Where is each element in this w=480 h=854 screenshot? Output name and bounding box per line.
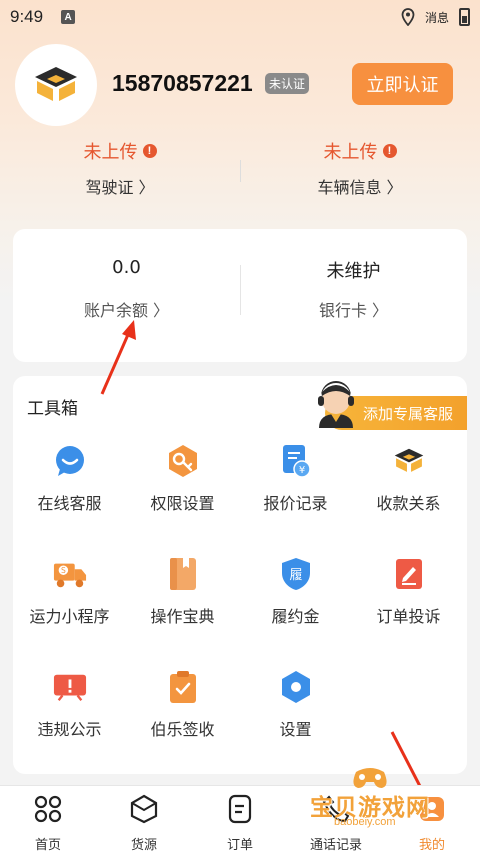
status-message-text: 消息	[424, 10, 449, 25]
tool-label: 运力小程序	[29, 607, 110, 626]
nav-home[interactable]: 首页	[0, 794, 96, 853]
nav-label: 我的	[418, 838, 445, 853]
verification-badge: 未认证	[265, 73, 310, 94]
tool-quote-records[interactable]: ¥ 报价记录	[239, 444, 352, 514]
nav-cargo-source[interactable]: 货源	[96, 794, 192, 853]
nav-label: 订单	[226, 838, 253, 853]
brand-logo-icon	[35, 67, 77, 101]
warning-icon: !	[382, 144, 397, 158]
tool-label: 设置	[279, 720, 312, 739]
tool-label: 违规公示	[37, 720, 102, 739]
tool-capacity-mini-program[interactable]: S 运力小程序	[13, 557, 126, 627]
nav-label: 货源	[130, 838, 157, 853]
svg-text:履: 履	[289, 568, 302, 583]
tool-label: 在线客服	[37, 494, 102, 513]
driver-license-entry[interactable]: 未上传 ! 驾驶证 〉	[0, 138, 240, 198]
notification-icon: A	[61, 10, 76, 24]
status-right: 消息	[401, 8, 470, 26]
cube-icon	[130, 794, 158, 824]
home-grid-icon	[34, 795, 62, 823]
user-phone: 15870857221	[112, 70, 253, 96]
tool-violation-notice[interactable]: 违规公示	[13, 670, 126, 740]
nav-orders[interactable]: 订单	[192, 794, 288, 853]
balance-card: 0.0 账户余额 〉 未维护 银行卡 〉	[13, 229, 467, 362]
edit-icon	[392, 557, 426, 591]
driver-license-label: 驾驶证 〉	[85, 178, 155, 197]
driver-license-status: 未上传 !	[0, 138, 240, 164]
tool-payee-relations[interactable]: 收款关系	[352, 444, 465, 514]
svg-text:¥: ¥	[298, 465, 304, 476]
tool-label: 订单投诉	[376, 607, 441, 626]
tool-label: 伯乐签收	[150, 720, 215, 739]
tool-settings[interactable]: 设置	[239, 670, 352, 740]
order-list-icon	[228, 794, 252, 824]
key-icon	[166, 444, 200, 478]
account-balance-value: 0.0	[112, 257, 141, 278]
tool-operation-guide[interactable]: 操作宝典	[126, 557, 239, 627]
tool-performance-deposit[interactable]: 履 履约金	[239, 557, 352, 627]
location-icon	[401, 8, 415, 26]
watermark-url: baobeiy.com	[334, 816, 396, 828]
tool-permission-settings[interactable]: 权限设置	[126, 444, 239, 514]
status-time: 9:49	[10, 7, 44, 26]
bank-card-entry[interactable]: 未维护 银行卡 〉	[240, 257, 467, 321]
tool-bole-signoff[interactable]: 伯乐签收	[126, 670, 239, 740]
tool-label: 履约金	[271, 607, 320, 626]
vehicle-info-entry[interactable]: 未上传 ! 车辆信息 〉	[240, 138, 480, 198]
toolbox-title: 工具箱	[27, 399, 78, 419]
account-balance-entry[interactable]: 0.0 账户余额 〉	[13, 257, 240, 321]
bank-card-value: 未维护	[326, 261, 381, 282]
tool-label: 操作宝典	[150, 607, 215, 626]
annotation-arrow-icon	[100, 320, 136, 395]
vehicle-info-status: 未上传 !	[240, 138, 480, 164]
status-bar: 9:49 A 消息	[0, 0, 480, 34]
clipboard-check-icon	[166, 670, 200, 704]
quote-record-icon: ¥	[279, 444, 313, 478]
tool-order-complaint[interactable]: 订单投诉	[352, 557, 465, 627]
driver-license-status-text: 未上传	[83, 142, 138, 163]
watermark: 宝贝游戏网 baobeiy.com	[300, 762, 450, 832]
vehicle-info-status-text: 未上传	[323, 142, 378, 163]
nav-label: 通话记录	[309, 838, 362, 853]
vehicle-info-label: 车辆信息 〉	[317, 178, 403, 197]
tool-label: 收款关系	[376, 494, 441, 513]
toolbox-card: 工具箱 添加专属客服 在线客服 权限设置 ¥ 报价记录 收款关系 S 运力小程序…	[13, 376, 467, 774]
avatar[interactable]	[15, 44, 97, 126]
nav-label: 首页	[34, 838, 61, 853]
svg-text:S: S	[60, 566, 65, 575]
add-customer-service-button[interactable]: 添加专属客服	[311, 381, 467, 430]
alert-board-icon	[53, 670, 87, 704]
shield-icon: 履	[279, 557, 313, 591]
tool-label: 权限设置	[150, 494, 215, 513]
gear-icon	[279, 670, 313, 704]
logo-icon	[392, 444, 426, 478]
warning-icon: !	[142, 144, 157, 158]
chat-bubble-icon	[53, 444, 87, 478]
truck-icon: S	[53, 557, 87, 591]
customer-service-agent-icon	[318, 381, 354, 428]
tool-label: 报价记录	[263, 494, 328, 513]
tool-online-service[interactable]: 在线客服	[13, 444, 126, 514]
verify-now-button[interactable]: 立即认证	[352, 63, 453, 105]
book-icon	[166, 557, 200, 591]
battery-icon	[459, 8, 470, 26]
bank-card-label: 银行卡 〉	[318, 301, 389, 320]
